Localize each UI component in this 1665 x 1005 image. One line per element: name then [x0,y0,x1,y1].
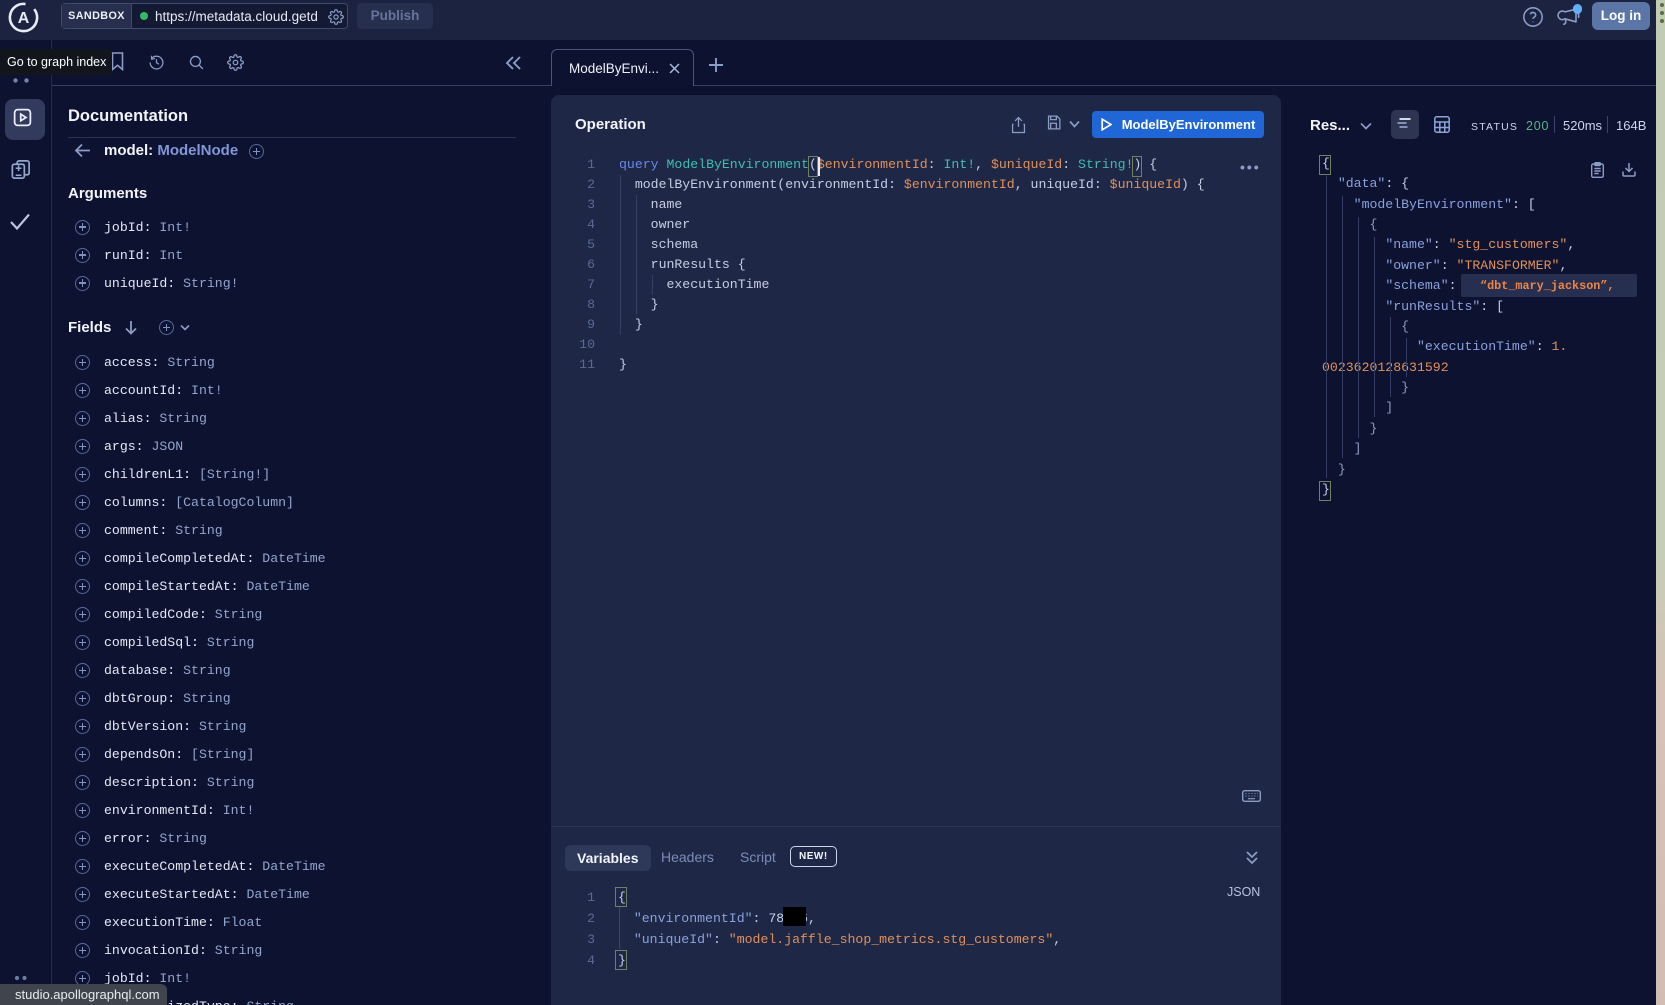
svg-text:A: A [18,10,30,27]
